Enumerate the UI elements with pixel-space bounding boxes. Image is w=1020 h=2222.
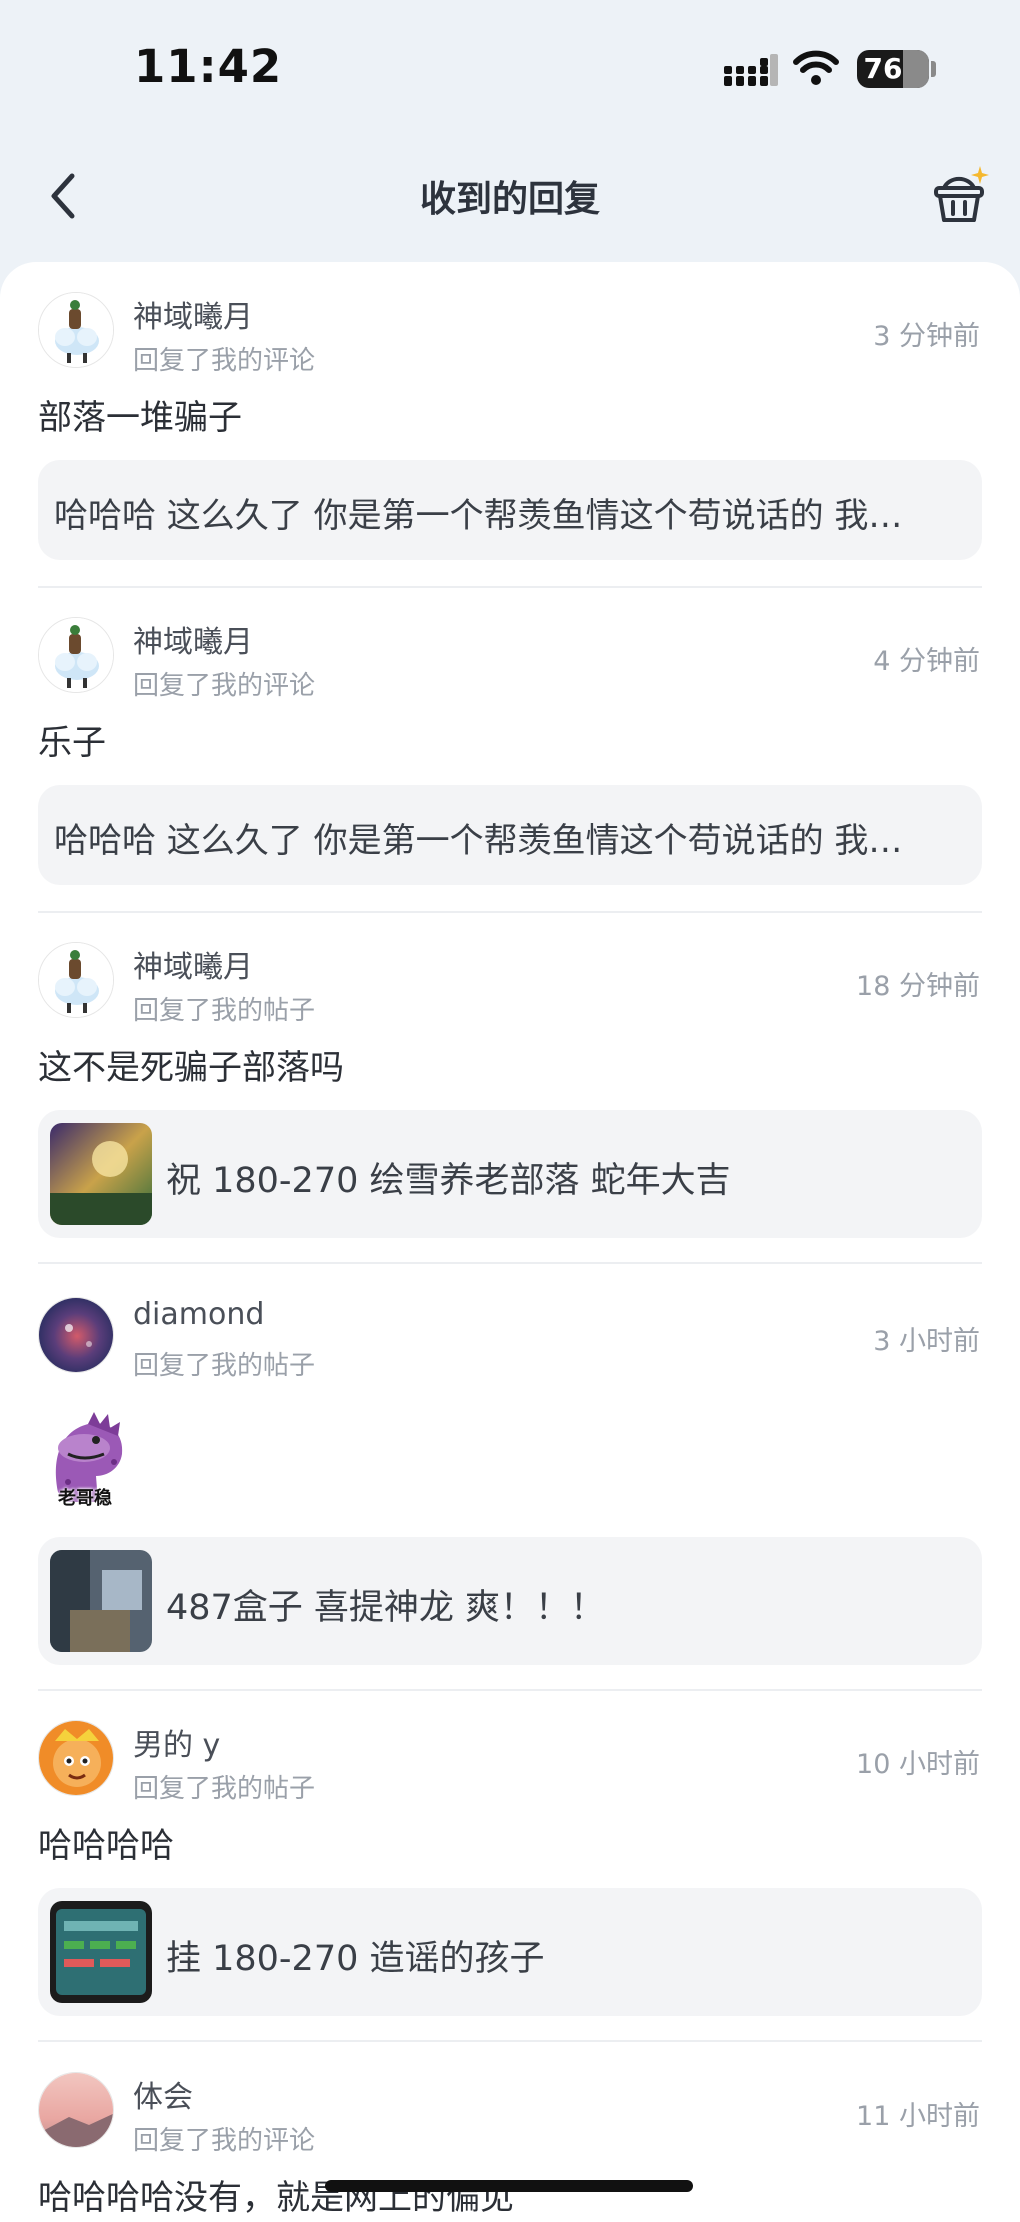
quoted-post[interactable]: 挂 180-270 造谣的孩子 bbox=[38, 1888, 982, 2016]
wifi-icon bbox=[793, 50, 839, 85]
quoted-post-title: 挂 180-270 造谣的孩子 bbox=[166, 1939, 545, 1979]
divider bbox=[38, 1262, 982, 1264]
reply-action: 回复了我的评论 bbox=[133, 346, 316, 376]
post-thumbnail bbox=[50, 1550, 152, 1652]
sunset-avatar-icon bbox=[39, 2073, 113, 2147]
avatar[interactable] bbox=[38, 617, 114, 693]
avatar[interactable] bbox=[38, 292, 114, 368]
reply-user-name[interactable]: 神域曦月 bbox=[133, 292, 253, 336]
quoted-comment[interactable]: 哈哈哈 这么久了 你是第一个帮羡鱼情这个苟说话的 我… bbox=[38, 785, 982, 885]
quoted-comment-text: 哈哈哈 这么久了 你是第一个帮羡鱼情这个苟说话的 我… bbox=[54, 821, 903, 861]
reply-time: 10 小时前 bbox=[856, 1749, 980, 1780]
reply-action: 回复了我的帖子 bbox=[133, 1774, 316, 1804]
monkey-avatar-icon bbox=[39, 1721, 113, 1795]
reply-time: 3 小时前 bbox=[873, 1326, 980, 1357]
quoted-post-title: 487盒子 喜提神龙 爽！！！ bbox=[166, 1588, 606, 1628]
status-bar: 11:42 76 bbox=[0, 0, 1020, 140]
reply-action: 回复了我的帖子 bbox=[133, 996, 316, 1026]
reply-user-name[interactable]: 男的 y bbox=[133, 1720, 220, 1764]
reply-user-name[interactable]: 神域曦月 bbox=[133, 942, 253, 986]
avatar[interactable] bbox=[38, 1720, 114, 1796]
reply-action: 回复了我的评论 bbox=[133, 671, 316, 701]
replies-list: 神域曦月 回复了我的评论 3 分钟前 部落一堆骗子 哈哈哈 这么久了 你是第一个… bbox=[0, 262, 1020, 2222]
status-time: 11:42 bbox=[134, 40, 283, 93]
reply-content: 部落一堆骗子 bbox=[38, 398, 242, 438]
gift-basket-icon[interactable] bbox=[930, 164, 992, 226]
reply-user-name[interactable]: diamond bbox=[133, 1297, 264, 1332]
nav-bar: 收到的回复 bbox=[0, 140, 1020, 260]
reply-time: 3 分钟前 bbox=[873, 321, 980, 352]
divider bbox=[38, 1689, 982, 1691]
cellular-signal-icon bbox=[724, 54, 778, 86]
divider bbox=[38, 586, 982, 588]
quoted-post[interactable]: 487盒子 喜提神龙 爽！！！ bbox=[38, 1537, 982, 1665]
reply-user-name[interactable]: 体会 bbox=[133, 2072, 193, 2116]
post-thumbnail bbox=[50, 1901, 152, 2003]
reply-action: 回复了我的帖子 bbox=[133, 1351, 316, 1381]
quoted-post-title: 祝 180-270 绘雪养老部落 蛇年大吉 bbox=[166, 1161, 731, 1201]
sheep-avatar-icon bbox=[39, 943, 113, 1017]
reply-content: 哈哈哈哈 bbox=[38, 1826, 174, 1866]
reply-user-name[interactable]: 神域曦月 bbox=[133, 617, 253, 661]
avatar[interactable] bbox=[38, 1297, 114, 1373]
sticker-caption: 老哥稳 bbox=[58, 1488, 112, 1509]
reply-content: 哈哈哈哈没有，就是网上的偏见 bbox=[38, 2178, 514, 2218]
divider bbox=[38, 2040, 982, 2042]
reply-content: 这不是死骗子部落吗 bbox=[38, 1048, 344, 1088]
home-indicator[interactable] bbox=[325, 2180, 693, 2192]
sheep-avatar-icon bbox=[39, 293, 113, 367]
quoted-comment[interactable]: 哈哈哈 这么久了 你是第一个帮羡鱼情这个苟说话的 我… bbox=[38, 460, 982, 560]
avatar[interactable] bbox=[38, 942, 114, 1018]
reply-time: 11 小时前 bbox=[856, 2101, 980, 2132]
battery-level: 76 bbox=[863, 52, 903, 85]
reply-time: 4 分钟前 bbox=[873, 646, 980, 677]
page-title: 收到的回复 bbox=[419, 179, 600, 220]
reply-time: 18 分钟前 bbox=[856, 971, 980, 1002]
reply-action: 回复了我的评论 bbox=[133, 2126, 316, 2156]
quoted-comment-text: 哈哈哈 这么久了 你是第一个帮羡鱼情这个苟说话的 我… bbox=[54, 496, 903, 536]
reply-content: 乐子 bbox=[38, 723, 106, 763]
sheep-avatar-icon bbox=[39, 618, 113, 692]
avatar[interactable] bbox=[38, 2072, 114, 2148]
quoted-post[interactable]: 祝 180-270 绘雪养老部落 蛇年大吉 bbox=[38, 1110, 982, 1238]
divider bbox=[38, 911, 982, 913]
galaxy-avatar-icon bbox=[39, 1298, 113, 1372]
post-thumbnail bbox=[50, 1123, 152, 1225]
sticker[interactable]: 老哥稳 bbox=[38, 1402, 148, 1512]
